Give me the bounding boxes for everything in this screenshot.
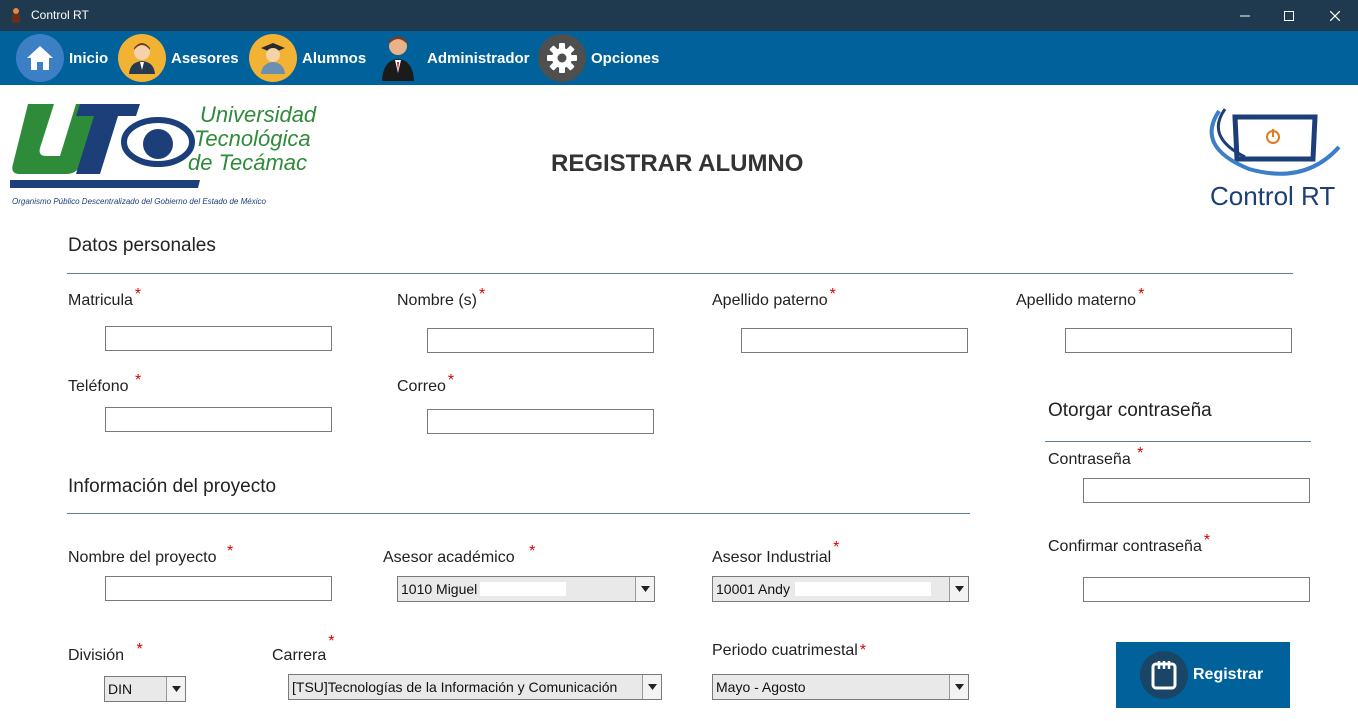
minimize-button[interactable] bbox=[1222, 0, 1268, 31]
redaction-mask bbox=[480, 582, 566, 596]
maximize-button[interactable] bbox=[1266, 0, 1312, 31]
redaction-mask bbox=[795, 582, 931, 596]
apellido-materno-input[interactable] bbox=[1065, 328, 1292, 353]
utt-name-line3: de Tecámac bbox=[188, 150, 308, 175]
asesor-academico-select[interactable]: 1010 Miguel bbox=[397, 576, 655, 602]
minimize-icon bbox=[1240, 15, 1250, 16]
control-rt-logo: Control RT bbox=[1205, 107, 1345, 213]
telefono-input[interactable] bbox=[105, 407, 332, 432]
control-rt-text: Control RT bbox=[1210, 181, 1336, 211]
nav-inicio[interactable]: Inicio bbox=[16, 31, 108, 85]
utt-name-line2: Tecnológica bbox=[194, 126, 311, 151]
matricula-label: Matricula * bbox=[68, 286, 142, 309]
main-navbar: Inicio Asesores Alumnos Administrador Op… bbox=[0, 31, 1358, 85]
correo-input[interactable] bbox=[427, 409, 654, 434]
registrar-button[interactable]: Registrar bbox=[1116, 642, 1290, 708]
carrera-select[interactable]: [TSU]Tecnologías de la Información y Com… bbox=[288, 674, 662, 700]
chevron-down-icon[interactable] bbox=[642, 675, 661, 699]
division-value: DIN bbox=[108, 681, 133, 697]
asesor-industrial-select[interactable]: 10001 Andy bbox=[712, 576, 969, 602]
project-divider bbox=[67, 513, 970, 514]
apellido-materno-label: Apellido materno * bbox=[1016, 286, 1145, 309]
student-icon bbox=[249, 34, 297, 82]
periodo-select[interactable]: Mayo - Agosto bbox=[712, 674, 969, 700]
nombre-label: Nombre (s) * bbox=[397, 286, 486, 309]
password-section-title: Otorgar contraseña bbox=[1048, 400, 1212, 421]
advisor-icon bbox=[118, 34, 166, 82]
maximize-icon bbox=[1284, 10, 1294, 21]
close-button[interactable] bbox=[1312, 0, 1358, 31]
nav-alumnos[interactable]: Alumnos bbox=[249, 31, 366, 85]
asesor-industrial-label: Asesor Industrial* bbox=[712, 539, 840, 566]
division-select[interactable]: DIN bbox=[104, 676, 186, 702]
nombre-proyecto-label: Nombre del proyecto * bbox=[68, 543, 234, 566]
periodo-label: Periodo cuatrimestal * bbox=[712, 642, 867, 659]
save-icon bbox=[1140, 651, 1188, 699]
app-icon bbox=[12, 8, 20, 23]
matricula-input[interactable] bbox=[105, 326, 332, 351]
carrera-value: [TSU]Tecnologías de la Información y Com… bbox=[292, 679, 618, 695]
asesor-academico-label: Asesor académico * bbox=[383, 543, 536, 566]
asesor-academico-value: 1010 Miguel bbox=[401, 581, 478, 597]
contrasena-label: Contraseña * bbox=[1048, 445, 1144, 468]
utt-tagline: Organismo Público Descentralizado del Go… bbox=[12, 197, 266, 206]
confirmar-contrasena-input[interactable] bbox=[1083, 577, 1310, 602]
nav-opciones-label: Opciones bbox=[591, 49, 660, 67]
nav-administrador-label: Administrador bbox=[427, 49, 530, 67]
nav-asesores-label: Asesores bbox=[171, 49, 239, 67]
nav-inicio-label: Inicio bbox=[69, 49, 109, 67]
window-titlebar: Control RT bbox=[0, 0, 1358, 31]
nav-administrador[interactable]: Administrador bbox=[374, 31, 530, 85]
contrasena-input[interactable] bbox=[1083, 478, 1310, 503]
apellido-paterno-input[interactable] bbox=[741, 328, 968, 353]
utt-name-line1: Universidad bbox=[200, 102, 317, 127]
chevron-down-icon[interactable] bbox=[635, 577, 654, 601]
form-panel: Universidad Tecnológica de Tecámac Organ… bbox=[0, 85, 1358, 721]
home-icon bbox=[16, 34, 64, 82]
project-section-title: Información del proyecto bbox=[68, 476, 277, 497]
telefono-label: Teléfono * bbox=[68, 372, 142, 395]
chevron-down-icon[interactable] bbox=[949, 675, 968, 699]
close-icon bbox=[1330, 10, 1340, 21]
nav-asesores[interactable]: Asesores bbox=[118, 31, 239, 85]
nav-opciones[interactable]: Opciones bbox=[538, 31, 659, 85]
division-label: División * bbox=[68, 641, 143, 664]
chevron-down-icon[interactable] bbox=[166, 677, 185, 701]
page-title: REGISTRAR ALUMNO bbox=[551, 150, 804, 177]
registrar-label: Registrar bbox=[1193, 666, 1264, 683]
nombre-proyecto-input[interactable] bbox=[105, 576, 332, 601]
correo-label: Correo * bbox=[397, 372, 455, 395]
nombre-input[interactable] bbox=[427, 328, 654, 353]
nav-alumnos-label: Alumnos bbox=[302, 49, 367, 67]
asesor-industrial-value: 10001 Andy bbox=[716, 581, 790, 597]
periodo-value: Mayo - Agosto bbox=[716, 679, 806, 695]
chevron-down-icon[interactable] bbox=[949, 577, 968, 601]
carrera-label: Carrera* bbox=[272, 633, 335, 664]
window-title: Control RT bbox=[31, 8, 89, 22]
gear-icon bbox=[538, 34, 586, 82]
admin-icon bbox=[374, 34, 422, 82]
confirmar-contrasena-label: Confirmar contraseña * bbox=[1048, 532, 1211, 555]
personal-section-title: Datos personales bbox=[68, 235, 216, 256]
personal-divider bbox=[67, 273, 1293, 274]
utt-logo: Universidad Tecnológica de Tecámac Organ… bbox=[10, 102, 335, 210]
apellido-paterno-label: Apellido paterno * bbox=[712, 286, 836, 309]
password-divider bbox=[1045, 441, 1311, 442]
